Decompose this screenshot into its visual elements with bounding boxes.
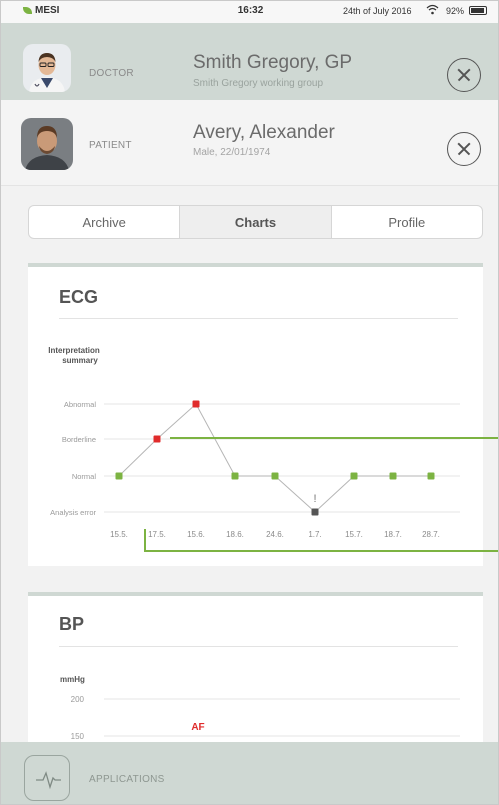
ecg-y-tick-label: Borderline (62, 435, 96, 444)
battery-percent: 92% (446, 6, 465, 16)
ecg-x-tick-label: 15.6. (187, 530, 205, 539)
close-patient-button[interactable] (447, 132, 481, 166)
status-bar: MESI 16:32 24th of July 2016 92% (1, 1, 498, 23)
patient-avatar (21, 118, 73, 170)
segmented-tabs: Archive Charts Profile (28, 205, 483, 239)
doctor-role-label: DOCTOR (89, 68, 134, 79)
date: 24th of July 2016 (343, 6, 412, 16)
applications-button[interactable] (24, 755, 70, 801)
tab-charts[interactable]: Charts (180, 206, 332, 238)
bp-annotation-af: AF (191, 722, 204, 733)
ecg-x-tick-label: 17.5. (148, 530, 166, 539)
ecg-y-tick-label: Normal (72, 472, 97, 481)
ecg-error-marker: ! (313, 493, 316, 505)
clock: 16:32 (237, 5, 264, 16)
ecg-data-point (271, 472, 279, 480)
battery-icon (469, 6, 487, 15)
bp-y-tick-label: 200 (71, 695, 85, 704)
bottom-bar: APPLICATIONS (1, 742, 498, 804)
selection-guide-vertical (144, 529, 146, 552)
ecg-y-tick-label: Abnormal (64, 400, 96, 409)
applications-label: APPLICATIONS (89, 774, 165, 785)
ecg-data-point (427, 472, 435, 480)
ecg-x-tick-label: 15.7. (345, 530, 363, 539)
patient-row[interactable]: PATIENT Avery, Alexander Male, 22/01/197… (1, 100, 498, 186)
patient-role-label: PATIENT (89, 140, 132, 151)
ecg-x-tick-label: 15.5. (110, 530, 128, 539)
ecg-data-point (311, 508, 319, 516)
doctor-avatar (23, 44, 71, 92)
ecg-y-tick-label: Analysis error (50, 508, 96, 517)
patient-name: Avery, Alexander (193, 122, 335, 143)
bp-ylabel: mmHg (60, 675, 85, 684)
tab-profile[interactable]: Profile (332, 206, 482, 238)
tab-archive[interactable]: Archive (29, 206, 181, 238)
ecg-data-point (389, 472, 397, 480)
app-screen: MESI 16:32 24th of July 2016 92% DOCTOR … (0, 0, 499, 805)
bp-chart: mmHg 200 150 AF (60, 675, 460, 741)
ecg-series-line (118, 403, 431, 513)
bp-chart-card[interactable]: BP mmHg 200 150 AF (28, 592, 483, 752)
selection-guide-bottom (144, 550, 498, 552)
selection-guide-horizontal (170, 437, 498, 439)
ecg-ylabel-line-1: Interpretation (48, 346, 100, 355)
ecg-x-tick-label: 18.7. (384, 530, 402, 539)
wifi-icon (426, 4, 439, 18)
doctor-group: Smith Gregory working group (193, 78, 324, 89)
ecg-waveform-icon (36, 771, 61, 790)
ecg-data-point (192, 400, 200, 408)
ecg-data-point (350, 472, 358, 480)
ecg-chart-card[interactable]: ECG Interpretation summary Analysis error N… (28, 263, 483, 566)
ecg-x-tick-label: 24.6. (266, 530, 284, 539)
doctor-row[interactable]: DOCTOR Smith Gregory, GP Smith Gregory w… (1, 23, 498, 100)
patient-details: Male, 22/01/1974 (193, 147, 271, 158)
ecg-x-tick-label: 18.6. (226, 530, 244, 539)
ecg-x-tick-label: 28.7. (422, 530, 440, 539)
ecg-ylabel-line-2: summary (62, 356, 98, 365)
doctor-name: Smith Gregory, GP (193, 52, 353, 73)
ecg-chart: Interpretationsummary Analysis error Norma… (48, 346, 460, 539)
close-doctor-button[interactable] (447, 58, 481, 92)
bp-y-tick-label: 150 (71, 732, 85, 741)
ecg-data-point (115, 472, 123, 480)
ecg-data-point (231, 472, 239, 480)
ecg-data-point (153, 435, 161, 443)
ecg-x-tick-label: 1.7. (308, 530, 321, 539)
